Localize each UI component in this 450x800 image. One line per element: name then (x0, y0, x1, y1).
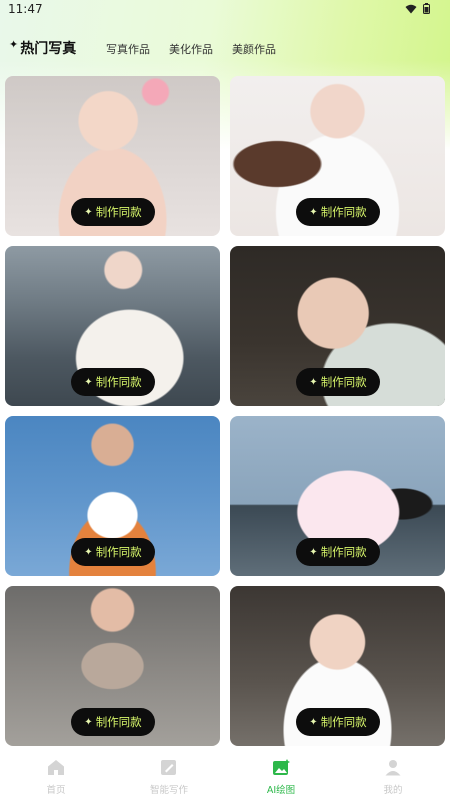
tab-beauty-works[interactable]: 美颜作品 (232, 41, 276, 57)
tab-photo-works[interactable]: 写真作品 (106, 41, 150, 57)
make-same-label: 制作同款 (95, 715, 142, 729)
sparkle-plus-icon: ✦ (84, 206, 93, 218)
make-same-label: 制作同款 (320, 545, 367, 559)
sparkle-plus-icon: ✦ (84, 546, 93, 558)
make-same-label: 制作同款 (95, 545, 142, 559)
make-same-button[interactable]: ✦ 制作同款 (296, 198, 380, 226)
nav-item-ai-drawing[interactable]: AI绘图 (251, 759, 311, 796)
sparkle-icon: ✦ (9, 37, 19, 51)
nav-label: 我的 (383, 785, 403, 796)
ai-image-icon (251, 759, 311, 779)
photo-card[interactable]: ✦ 制作同款 (5, 246, 220, 406)
nav-label: 智能写作 (149, 785, 188, 796)
make-same-button[interactable]: ✦ 制作同款 (71, 198, 155, 226)
category-tabs: ✦ 热门写真 写真作品 美化作品 美颜作品 (0, 34, 450, 64)
sparkle-plus-icon: ✦ (309, 546, 318, 558)
battery-icon (423, 3, 430, 14)
user-icon (363, 759, 423, 779)
make-same-button[interactable]: ✦ 制作同款 (71, 368, 155, 396)
sparkle-plus-icon: ✦ (84, 376, 93, 388)
tab-beautify-works[interactable]: 美化作品 (169, 41, 213, 57)
status-time: 11:47 (8, 2, 43, 16)
edit-icon (139, 759, 199, 779)
sparkle-plus-icon: ✦ (309, 206, 318, 218)
sparkle-plus-icon: ✦ (309, 376, 318, 388)
home-icon (26, 759, 86, 779)
photo-card[interactable]: ✦ 制作同款 (230, 246, 445, 406)
bottom-nav: 首页 智能写作 AI绘图 我的 (0, 755, 450, 800)
nav-label: AI绘图 (266, 785, 296, 796)
status-bar: 11:47 (0, 0, 450, 20)
photo-card[interactable]: ✦ 制作同款 (230, 76, 445, 236)
make-same-label: 制作同款 (320, 205, 367, 219)
sparkle-plus-icon: ✦ (309, 716, 318, 728)
status-icons (405, 3, 430, 14)
make-same-button[interactable]: ✦ 制作同款 (296, 708, 380, 736)
tab-hot-photos[interactable]: ✦ 热门写真 (9, 37, 77, 61)
nav-label: 首页 (46, 785, 66, 796)
make-same-button[interactable]: ✦ 制作同款 (71, 708, 155, 736)
photo-card[interactable]: ✦ 制作同款 (5, 76, 220, 236)
sparkle-plus-icon: ✦ (84, 716, 93, 728)
make-same-label: 制作同款 (95, 205, 142, 219)
make-same-label: 制作同款 (95, 375, 142, 389)
wifi-icon (405, 4, 417, 14)
photo-card[interactable]: ✦ 制作同款 (230, 416, 445, 576)
photo-card[interactable]: ✦ 制作同款 (230, 586, 445, 746)
make-same-button[interactable]: ✦ 制作同款 (296, 538, 380, 566)
photo-card[interactable]: ✦ 制作同款 (5, 586, 220, 746)
tab-hot-label: 热门写真 (20, 41, 77, 57)
make-same-label: 制作同款 (320, 375, 367, 389)
make-same-button[interactable]: ✦ 制作同款 (71, 538, 155, 566)
make-same-label: 制作同款 (320, 715, 367, 729)
photo-card[interactable]: ✦ 制作同款 (5, 416, 220, 576)
nav-item-smart-writing[interactable]: 智能写作 (139, 759, 199, 796)
nav-item-mine[interactable]: 我的 (363, 759, 423, 796)
nav-item-home[interactable]: 首页 (26, 759, 86, 796)
make-same-button[interactable]: ✦ 制作同款 (296, 368, 380, 396)
